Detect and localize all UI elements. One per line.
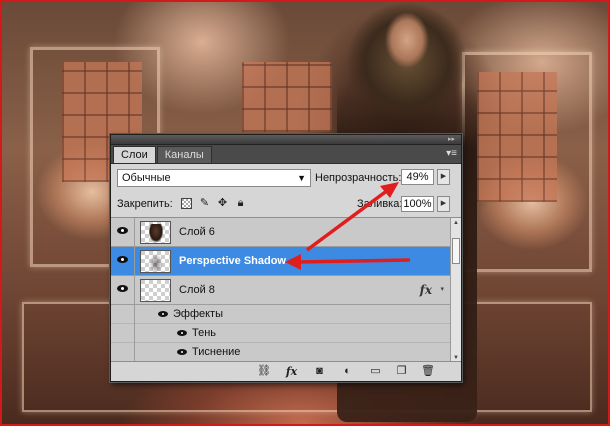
layer-thumbnail <box>140 250 171 273</box>
decorative-grid-top <box>242 62 332 132</box>
layer-thumbnail <box>140 279 171 302</box>
effect-label: Тиснение <box>192 346 241 358</box>
visibility-toggle[interactable] <box>111 247 135 276</box>
layer-row[interactable]: Слой 6 <box>111 218 452 247</box>
eye-icon[interactable] <box>177 330 187 336</box>
lock-transparency-icon[interactable] <box>181 198 192 209</box>
chevron-down-icon[interactable]: ▾ <box>440 285 444 293</box>
panel-menu-icon[interactable]: ▾≡ <box>446 147 457 161</box>
visibility-toggle[interactable] <box>111 276 135 305</box>
visibility-toggle[interactable] <box>111 218 135 247</box>
panel-tabs: Слои Каналы ▾≡ <box>111 145 461 164</box>
fx-icon[interactable]: fx <box>420 283 432 297</box>
scroll-thumb[interactable] <box>452 238 460 264</box>
blend-row: Обычные ▼ Непрозрачность: 49% ▶ <box>111 164 461 190</box>
effect-item[interactable]: Тень <box>111 324 452 343</box>
eye-icon[interactable] <box>177 349 187 355</box>
visibility-toggle[interactable] <box>111 324 135 343</box>
layers-scrollbar[interactable]: ▲ ▼ <box>450 217 461 363</box>
scroll-up-icon[interactable]: ▲ <box>451 218 461 228</box>
chevron-down-icon: ▼ <box>297 173 306 183</box>
panel-footer: ⛓ fx ◙ ◐ ▭ ❐ 🗑︎ <box>111 361 461 381</box>
visibility-toggle[interactable] <box>111 343 135 362</box>
effects-header-label: Эффекты <box>173 308 224 320</box>
layer-row-selected[interactable]: Perspective Shadow <box>111 247 452 276</box>
eye-icon[interactable] <box>158 311 168 317</box>
panel-titlebar[interactable]: ▸▸ <box>111 135 461 145</box>
trash-icon[interactable]: 🗑︎ <box>421 365 435 378</box>
layers-panel: ▸▸ Слои Каналы ▾≡ Обычные ▼ Непрозрачнос… <box>110 134 462 382</box>
decorative-frame-right <box>462 52 592 272</box>
layer-name: Perspective Shadow <box>179 255 286 267</box>
new-layer-icon[interactable]: ❐ <box>395 365 408 378</box>
add-style-icon[interactable]: fx <box>285 365 298 378</box>
layer-thumbnail <box>140 221 171 244</box>
lock-all-icon[interactable]: 🔒︎ <box>235 198 246 209</box>
blend-mode-value: Обычные <box>122 172 171 184</box>
eye-icon <box>117 227 128 234</box>
effect-item[interactable]: Тиснение <box>111 343 452 362</box>
tab-layers[interactable]: Слои <box>113 146 156 163</box>
fill-field[interactable]: 100% <box>401 196 434 212</box>
visibility-toggle[interactable] <box>111 305 135 324</box>
effects-header-row[interactable]: Эффекты <box>111 305 452 324</box>
lock-label: Закрепить: <box>117 198 173 210</box>
eye-icon <box>117 256 128 263</box>
collapse-icon[interactable]: ▸▸ <box>448 135 455 144</box>
opacity-field[interactable]: 49% <box>401 169 434 185</box>
eye-icon <box>117 285 128 292</box>
fill-label: Заливка: <box>357 198 403 210</box>
effect-label: Тень <box>192 327 217 339</box>
opacity-label: Непрозрачность: <box>315 172 402 184</box>
layer-name: Слой 6 <box>179 226 215 238</box>
lock-brush-icon[interactable]: ✎ <box>199 198 210 209</box>
lock-move-icon[interactable]: ✥ <box>217 198 228 209</box>
layer-name: Слой 8 <box>179 284 215 296</box>
opacity-slider-button[interactable]: ▶ <box>437 169 450 185</box>
blend-mode-select[interactable]: Обычные ▼ <box>117 169 311 187</box>
layers-list: Слой 6 Perspective Shadow Слой 8 fx ▾ Эф… <box>111 217 452 363</box>
adjustment-layer-icon[interactable]: ◐ <box>341 365 354 378</box>
add-mask-icon[interactable]: ◙ <box>313 365 326 378</box>
lock-row: Закрепить: ✎ ✥ 🔒︎ Заливка: 100% ▶ <box>111 190 461 217</box>
layer-row[interactable]: Слой 8 fx ▾ <box>111 276 452 305</box>
tab-channels[interactable]: Каналы <box>156 146 212 163</box>
new-group-icon[interactable]: ▭ <box>369 365 382 378</box>
fill-slider-button[interactable]: ▶ <box>437 196 450 212</box>
link-layers-icon[interactable]: ⛓ <box>257 365 271 378</box>
